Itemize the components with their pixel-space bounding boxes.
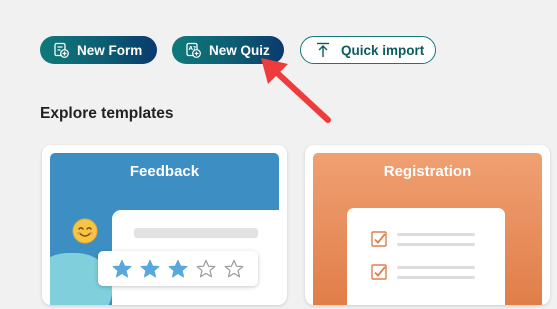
new-form-button[interactable]: New Form — [40, 36, 157, 64]
registration-template-card[interactable]: Registration — [305, 145, 550, 305]
feedback-title: Feedback — [129, 163, 200, 180]
star-filled-icon — [112, 259, 132, 277]
star-rating — [98, 251, 258, 286]
registration-title: Registration — [383, 163, 472, 180]
new-form-label: New Form — [77, 42, 143, 58]
checklist-row — [371, 231, 475, 247]
star-empty-icon — [196, 259, 216, 277]
registration-preview-panel — [347, 208, 505, 305]
form-plus-icon — [54, 42, 69, 58]
feedback-template-card[interactable]: Feedback — [42, 145, 287, 305]
section-title: Explore templates — [40, 105, 174, 122]
smiley-icon — [72, 218, 98, 244]
star-filled-icon — [140, 259, 160, 277]
checkbox-checked-icon — [371, 264, 387, 280]
star-empty-icon — [224, 259, 244, 277]
quick-import-label: Quick import — [341, 42, 425, 58]
star-filled-icon — [168, 259, 188, 277]
quiz-plus-icon: A? — [186, 42, 201, 58]
checkbox-checked-icon — [371, 231, 387, 247]
registration-banner: Registration — [313, 153, 542, 305]
feedback-banner: Feedback — [50, 153, 279, 305]
placeholder-line — [134, 228, 258, 238]
annotation-arrow-icon — [261, 58, 331, 123]
checklist-row — [371, 264, 475, 280]
